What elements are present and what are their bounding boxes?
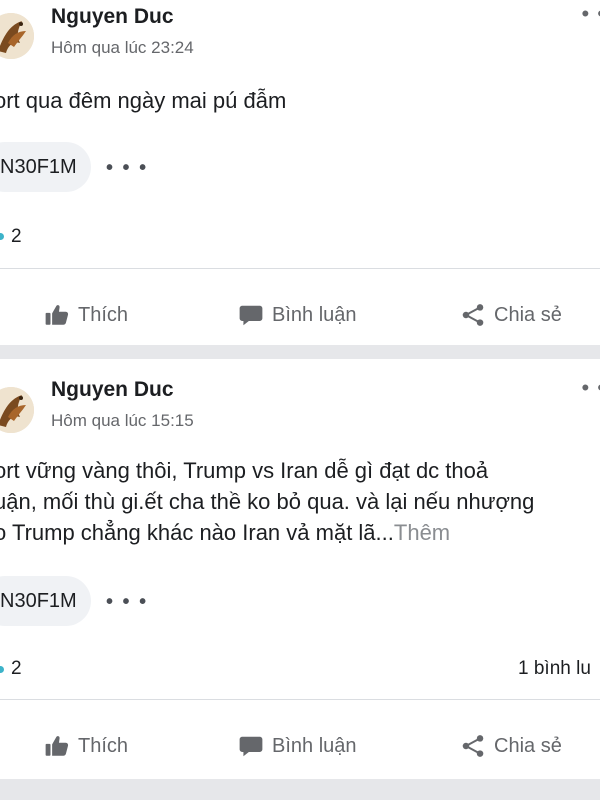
section-separator [0, 779, 600, 800]
post-text-line-content: o Trump chẳng khác nào Iran vả mặt lã... [0, 520, 394, 545]
avatar[interactable] [0, 387, 34, 433]
more-dots-icon[interactable]: • • [581, 377, 600, 399]
post-text: ort qua đêm ngày mai pú đẫm [0, 85, 600, 116]
reaction-icon [0, 666, 4, 673]
reaction-count[interactable]: 2 [11, 658, 22, 680]
more-dots-icon[interactable]: • • • [106, 592, 148, 612]
avatar-image-icon [0, 13, 34, 59]
post-text-line: ort vững vàng thôi, Trump vs Iran dễ gì … [0, 458, 489, 483]
section-separator [0, 345, 600, 359]
comment-label: Bình luận [272, 734, 357, 757]
speech-bubble-icon [239, 736, 263, 757]
author-name[interactable]: Nguyen Duc [51, 378, 174, 402]
reaction-count[interactable]: 2 [11, 226, 22, 248]
share-label: Chia sẻ [494, 734, 562, 757]
divider [0, 268, 600, 269]
comment-button[interactable]: Bình luận [238, 300, 357, 330]
post-text-line: o Trump chẳng khác nào Iran vả mặt lã...… [0, 517, 600, 548]
reaction-icon [0, 233, 4, 240]
share-icon [462, 304, 484, 326]
avatar[interactable] [0, 13, 34, 59]
comment-button[interactable]: Bình luận [238, 731, 357, 761]
like-button[interactable]: Thích [44, 300, 128, 330]
post-timestamp[interactable]: Hôm qua lúc 15:15 [51, 411, 194, 431]
comment-count[interactable]: 1 bình lu [518, 658, 591, 680]
tag-chip[interactable]: N30F1M [0, 142, 91, 192]
thumbs-up-icon [45, 736, 69, 756]
like-button[interactable]: Thích [44, 731, 128, 761]
divider [0, 699, 600, 700]
post-timestamp[interactable]: Hôm qua lúc 23:24 [51, 38, 194, 58]
post-text-line: uận, mối thù gi.ết cha thề ko bỏ qua. và… [0, 489, 535, 514]
post-card: Nguyen Duc Hôm qua lúc 23:24 • • ort qua… [0, 0, 600, 345]
thumbs-up-icon [45, 305, 69, 325]
share-button[interactable]: Chia sẻ [460, 731, 562, 761]
share-icon [462, 735, 484, 757]
news-feed: Nguyen Duc Hôm qua lúc 23:24 • • ort qua… [0, 0, 600, 800]
see-more-link[interactable]: Thêm [394, 520, 450, 545]
speech-bubble-icon [239, 305, 263, 326]
like-label: Thích [78, 734, 129, 757]
comment-label: Bình luận [272, 303, 357, 326]
avatar-image-icon [0, 387, 34, 433]
author-name[interactable]: Nguyen Duc [51, 5, 174, 29]
more-dots-icon[interactable]: • • • [106, 158, 148, 178]
tag-chip[interactable]: N30F1M [0, 576, 91, 626]
share-label: Chia sẻ [494, 303, 562, 326]
post-card: Nguyen Duc Hôm qua lúc 15:15 • • ort vữn… [0, 359, 600, 779]
share-button[interactable]: Chia sẻ [460, 300, 562, 330]
post-text: ort vững vàng thôi, Trump vs Iran dễ gì … [0, 455, 600, 548]
like-label: Thích [78, 303, 129, 326]
post-text-line: ort qua đêm ngày mai pú đẫm [0, 88, 287, 113]
more-dots-icon[interactable]: • • [581, 3, 600, 25]
